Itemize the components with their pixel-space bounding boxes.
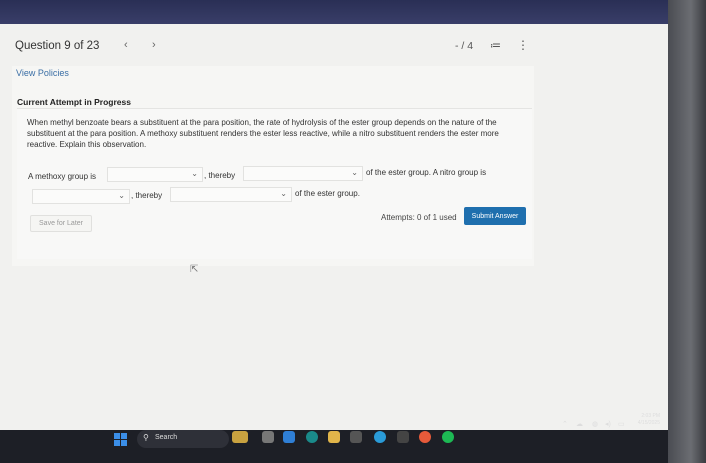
question-label: Question 9 of 23 (15, 40, 100, 52)
dropdown-3[interactable]: ⌄ (32, 189, 130, 204)
monitor-top-band (0, 0, 706, 26)
file-explorer-icon[interactable] (328, 431, 340, 443)
mouse-cursor-icon: ⇱ (190, 264, 199, 275)
wifi-icon[interactable]: ◍ (592, 420, 598, 428)
clock-date: 4/15/2025 (637, 420, 660, 426)
sentence-part-2: , thereby (204, 171, 236, 180)
taskview-icon[interactable] (262, 431, 274, 443)
question-text: When methyl benzoate bears a substituent… (27, 118, 499, 149)
attempt-heading: Current Attempt in Progress (17, 97, 131, 107)
more-options-icon[interactable]: ⋮ (517, 38, 529, 52)
cloud-icon[interactable]: ☁ (576, 420, 583, 428)
sentence-part-5: of the ester group. (295, 189, 360, 198)
windows-icon[interactable] (114, 433, 128, 447)
taskbar-clock[interactable]: 2:03 PM 4/15/2025 (630, 413, 660, 427)
cortana-icon[interactable] (374, 431, 386, 443)
volume-icon[interactable]: ◂) (605, 420, 611, 428)
chevron-down-icon: ⌄ (280, 189, 287, 198)
search-icon: ⚲ (143, 433, 149, 442)
calendar-icon[interactable] (350, 431, 362, 443)
edge-icon[interactable] (306, 431, 318, 443)
dropdown-4[interactable]: ⌄ (170, 187, 292, 202)
sentence-part-3: of the ester group. A nitro group is (366, 168, 487, 177)
next-question-icon[interactable]: › (152, 39, 156, 51)
copilot-icon[interactable] (283, 431, 295, 443)
dropdown-2[interactable]: ⌄ (243, 166, 363, 181)
clock-time: 2:03 PM (641, 413, 660, 419)
laptop-bezel (668, 0, 706, 463)
app-icon[interactable] (397, 431, 409, 443)
view-policies-link[interactable]: View Policies (16, 68, 69, 78)
chevron-down-icon: ⌄ (118, 191, 125, 200)
sentence-part-4: , thereby (131, 191, 163, 200)
question-header: Question 9 of 23 ‹ › - / 4 ≔ ⋮ (0, 24, 668, 62)
spotify-icon[interactable] (442, 431, 454, 443)
search-label: Search (155, 434, 178, 441)
chevron-down-icon: ⌄ (351, 168, 358, 177)
chrome-icon[interactable] (419, 431, 431, 443)
question-list-icon[interactable]: ≔ (490, 39, 501, 52)
sentence-part-1: A methoxy group is (28, 172, 97, 181)
chevron-down-icon: ⌄ (191, 169, 198, 178)
save-for-later-button[interactable]: Save for Later (30, 215, 92, 232)
submit-answer-button[interactable]: Submit Answer (464, 207, 526, 225)
tray-chevron-icon[interactable]: ⌃ (562, 420, 568, 428)
battery-icon[interactable]: ▭ (618, 420, 625, 428)
page-counter: - / 4 (455, 40, 474, 52)
taskbar-search[interactable]: ⚲ Search (137, 430, 229, 448)
attempts-counter: Attempts: 0 of 1 used (381, 213, 457, 222)
dropdown-1[interactable]: ⌄ (107, 167, 203, 182)
widget-icon[interactable] (232, 431, 248, 443)
prev-question-icon[interactable]: ‹ (124, 39, 128, 51)
